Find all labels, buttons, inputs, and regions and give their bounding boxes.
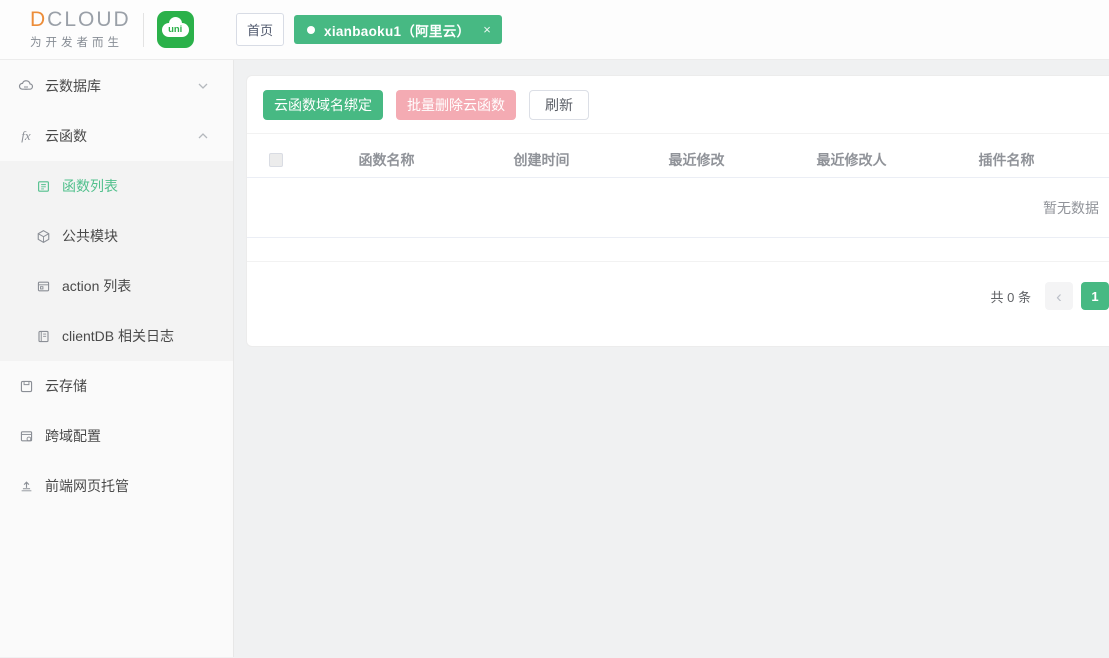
pagination-total: 共 0 条 bbox=[991, 287, 1031, 306]
batch-delete-button[interactable]: 批量删除云函数 bbox=[396, 90, 516, 120]
log-book-icon bbox=[34, 329, 52, 344]
logo-area: DCLOUD 为开发者而生 uni bbox=[0, 0, 234, 59]
cors-config-icon bbox=[17, 429, 35, 444]
tab-space-xianbaoku1[interactable]: xianbaoku1（阿里云） × bbox=[294, 15, 502, 44]
sidebar-item-web-hosting[interactable]: 前端网页托管 bbox=[0, 461, 233, 511]
sidebar-item-common-module[interactable]: 公共模块 bbox=[0, 211, 233, 261]
table-bottom-divider bbox=[247, 261, 1109, 262]
col-plugin-name: 插件名称 bbox=[929, 150, 1084, 170]
unicloud-logo-icon[interactable]: uni bbox=[157, 11, 194, 48]
table-header-row: 函数名称 创建时间 最近修改 最近修改人 插件名称 bbox=[247, 143, 1109, 178]
checkbox-cell bbox=[247, 153, 309, 167]
table-empty-state: 暂无数据 bbox=[247, 178, 1109, 238]
bind-domain-button[interactable]: 云函数域名绑定 bbox=[263, 90, 383, 120]
select-all-checkbox[interactable] bbox=[269, 153, 283, 167]
pagination-prev-button[interactable]: ‹ bbox=[1045, 282, 1073, 310]
sidebar-item-function-list[interactable]: 函数列表 bbox=[0, 161, 233, 211]
tab-close-icon[interactable]: × bbox=[483, 23, 491, 36]
col-function-name: 函数名称 bbox=[309, 150, 464, 170]
sidebar-item-cors-config[interactable]: 跨域配置 bbox=[0, 411, 233, 461]
refresh-button[interactable]: 刷新 bbox=[529, 90, 589, 120]
chevron-down-icon bbox=[197, 80, 209, 92]
logo-divider bbox=[143, 13, 144, 47]
sidebar-item-clientdb-log[interactable]: clientDB 相关日志 bbox=[0, 311, 233, 361]
sidebar-item-cloud-storage[interactable]: 云存储 bbox=[0, 361, 233, 411]
uni-cloud-shape: uni bbox=[162, 23, 189, 37]
sidebar-item-cloud-function[interactable]: fx 云函数 bbox=[0, 111, 233, 161]
brand-slogan: 为开发者而生 bbox=[30, 34, 131, 50]
storage-disk-icon bbox=[17, 379, 35, 394]
function-list-panel: 云函数域名绑定 批量删除云函数 刷新 函数名称 创建时间 最近修改 最近修改人 … bbox=[246, 75, 1109, 347]
cube-icon bbox=[34, 229, 52, 244]
sidebar-item-action-list[interactable]: action 列表 bbox=[0, 261, 233, 311]
sidebar-item-cloud-database[interactable]: 云数据库 bbox=[0, 61, 233, 111]
cloud-database-icon bbox=[17, 78, 35, 94]
pagination: 共 0 条 ‹ 1 bbox=[247, 282, 1109, 310]
pagination-page-1-button[interactable]: 1 bbox=[1081, 282, 1109, 310]
col-last-modified-by: 最近修改人 bbox=[774, 150, 929, 170]
col-create-time: 创建时间 bbox=[464, 150, 619, 170]
tab-home[interactable]: 首页 bbox=[236, 13, 284, 46]
empty-text: 暂无数据 bbox=[1043, 198, 1099, 218]
function-list-icon bbox=[34, 179, 52, 194]
fx-icon: fx bbox=[17, 128, 35, 144]
main-content: 云函数域名绑定 批量删除云函数 刷新 函数名称 创建时间 最近修改 最近修改人 … bbox=[234, 60, 1109, 657]
tab-active-label: xianbaoku1（阿里云） bbox=[324, 20, 470, 40]
chevron-up-icon bbox=[197, 130, 209, 142]
sidebar: 云数据库 fx 云函数 函数列表 bbox=[0, 60, 234, 657]
tab-bar: 首页 xianbaoku1（阿里云） × bbox=[236, 13, 502, 46]
topbar: DCLOUD 为开发者而生 uni 首页 xianbaoku1（阿里云） × bbox=[0, 0, 1109, 60]
toolbar: 云函数域名绑定 批量删除云函数 刷新 bbox=[247, 76, 1109, 134]
col-last-modified: 最近修改 bbox=[619, 150, 774, 170]
cloud-function-submenu: 函数列表 公共模块 a bbox=[0, 161, 233, 361]
web-hosting-icon bbox=[17, 479, 35, 494]
tab-status-dot-icon bbox=[307, 26, 315, 34]
action-list-icon bbox=[34, 279, 52, 294]
dcloud-logo[interactable]: DCLOUD 为开发者而生 bbox=[30, 9, 131, 50]
brand-name: DCLOUD bbox=[30, 9, 131, 30]
